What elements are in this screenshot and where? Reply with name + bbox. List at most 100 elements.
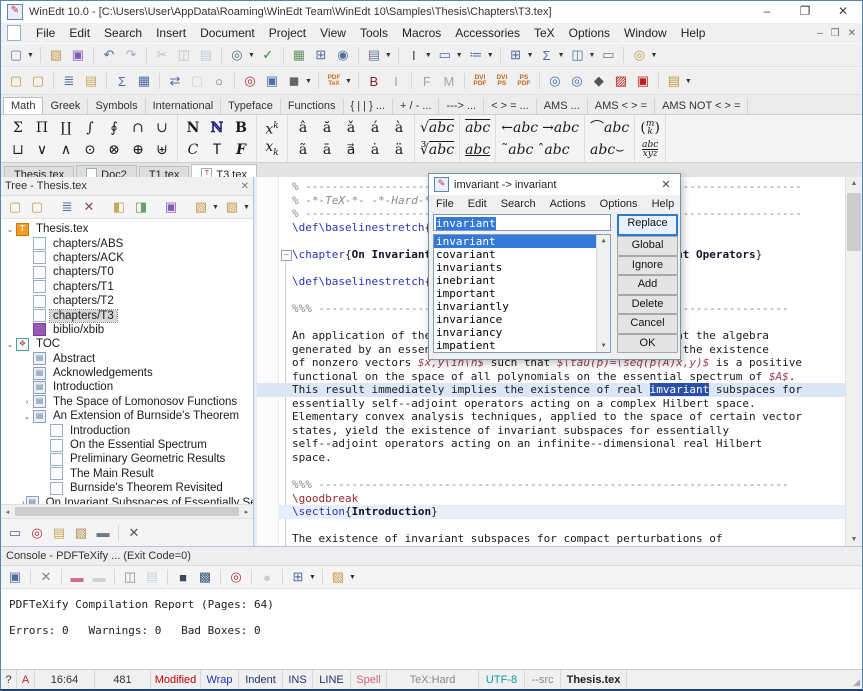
tree-add-icon[interactable]: ▢ — [4, 198, 26, 216]
status-cell-spell[interactable]: Spell — [351, 670, 387, 689]
dropdown-arrow-icon[interactable]: ▼ — [558, 52, 565, 59]
menu-item-window[interactable]: Window — [617, 24, 674, 42]
zoom-warn-icon[interactable]: ◎ — [239, 72, 261, 90]
scroll-thumb[interactable] — [15, 507, 239, 516]
status-cell-thesis-tex[interactable]: Thesis.tex — [561, 670, 627, 689]
symbol-button[interactable]: abc — [463, 140, 492, 160]
copy-icon[interactable]: ◫ — [173, 46, 195, 64]
symbol-button[interactable]: ˜abc — [499, 140, 535, 160]
paste-icon[interactable]: ▤ — [195, 46, 217, 64]
trash-icon[interactable]: ◼ — [283, 72, 305, 90]
dropdown-arrow-icon[interactable]: ▼ — [349, 574, 356, 581]
pdf-texify-icon[interactable]: PDFTeX — [323, 72, 345, 90]
symbol-tab-0[interactable]: Math — [3, 97, 43, 114]
dark-screen-icon[interactable]: ■ — [172, 568, 194, 586]
suggestion-item[interactable]: covariant — [434, 248, 599, 261]
spell-check-icon[interactable]: ✓ — [257, 46, 279, 64]
dialog-menu-item-search[interactable]: Search — [494, 198, 543, 210]
symbol-button[interactable]: ℕ — [205, 118, 229, 138]
suggestion-item[interactable]: invariance — [434, 313, 599, 326]
status-cell-utf-8[interactable]: UTF-8 — [479, 670, 525, 689]
dialog-close-icon[interactable]: ✕ — [652, 178, 680, 191]
new-document-icon[interactable]: ▢ — [5, 46, 27, 64]
tree-item[interactable]: Burnside's Theorem Revisited — [1, 481, 253, 495]
hyperlink-icon[interactable]: ◉ — [332, 46, 354, 64]
page-settings-icon[interactable]: ▤ — [363, 46, 385, 64]
tree-structure-icon[interactable]: ≣ — [58, 72, 80, 90]
symbol-button[interactable]: à — [387, 118, 411, 138]
dim-icon[interactable]: ▢ — [186, 72, 208, 90]
menu-item-insert[interactable]: Insert — [149, 24, 193, 42]
symbol-button[interactable]: ∨ — [30, 140, 54, 160]
tree-item[interactable]: ›▤The Space of Lomonosov Functions — [1, 395, 253, 409]
find-icon[interactable]: ◎ — [226, 46, 248, 64]
symbol-tab-9[interactable]: < > = ... — [484, 98, 537, 114]
menu-item-project[interactable]: Project — [262, 24, 313, 42]
texworks-icon[interactable]: ◆ — [588, 72, 610, 90]
acrobat-icon[interactable]: ▨ — [610, 72, 632, 90]
symbol-button[interactable]: xk — [260, 137, 284, 163]
symbol-button[interactable]: ⊕ — [126, 140, 150, 160]
tree-open-sub-icon[interactable]: ▧ — [221, 198, 243, 216]
tree-import-icon[interactable]: ◧ — [108, 198, 130, 216]
dvi-to-pdf-icon[interactable]: DVIPDF — [469, 72, 491, 90]
insert-document-icon[interactable]: ▢ — [5, 72, 27, 90]
symbol-tab-10[interactable]: AMS ... — [537, 98, 588, 114]
fold-collapse-icon[interactable]: – — [281, 250, 292, 261]
bullet-list-icon[interactable]: ≔ — [465, 46, 487, 64]
symbol-button[interactable]: ∐ — [54, 118, 78, 138]
dropdown-arrow-icon[interactable]: ▼ — [243, 204, 250, 211]
symbol-button[interactable]: ∫ — [78, 118, 102, 138]
suggestion-list[interactable]: ▲ ▼ invariantcovariantinvariantsinebrian… — [433, 234, 611, 353]
search-folder-icon[interactable]: ▧ — [70, 524, 92, 542]
tree-remove-icon[interactable]: ▢ — [26, 198, 48, 216]
tree-item[interactable]: ›▤On Invariant Subspaces of Essentially … — [1, 495, 253, 504]
add-button[interactable]: Add — [617, 275, 678, 295]
dialog-menu-item-help[interactable]: Help — [645, 198, 682, 210]
close-button[interactable]: ✕ — [824, 1, 862, 23]
tree-item[interactable]: Introduction — [1, 423, 253, 437]
mdi-restore-button[interactable]: ❐ — [831, 28, 840, 39]
delete-button[interactable]: Delete — [617, 295, 678, 315]
tree-close-icon[interactable]: ✕ — [241, 181, 249, 192]
console-close-icon[interactable]: ✕ — [35, 568, 57, 586]
symbol-tab-7[interactable]: + / - ... — [393, 98, 439, 114]
scroll-up-icon[interactable]: ▲ — [597, 235, 610, 247]
scroll-down-icon[interactable]: ▼ — [597, 340, 610, 352]
menu-item-edit[interactable]: Edit — [62, 24, 97, 42]
menu-item-tex[interactable]: TeX — [527, 24, 562, 42]
status-cell-tex-hard[interactable]: TeX:Hard — [387, 670, 479, 689]
status-cell-ins[interactable]: INS — [283, 670, 313, 689]
tree-item[interactable]: biblio/xbib — [1, 323, 253, 337]
find-dvi-icon[interactable]: ◎ — [566, 72, 588, 90]
output-bar-icon[interactable]: ▬ — [92, 524, 114, 542]
symbol-button[interactable]: ā — [315, 140, 339, 160]
menu-item-options[interactable]: Options — [562, 24, 617, 42]
symbol-tab-3[interactable]: International — [146, 98, 222, 114]
scroll-left-icon[interactable]: ◂ — [1, 508, 14, 516]
symbol-button[interactable]: ⊔ — [6, 140, 30, 160]
suggestion-item[interactable]: impatient — [434, 339, 599, 352]
tree-horizontal-scrollbar[interactable]: ◂ ▸ — [1, 504, 253, 518]
symbol-button[interactable]: Σ — [6, 118, 30, 138]
remove-document-icon[interactable]: ▢ — [27, 72, 49, 90]
insert-table-icon[interactable]: ⊞ — [310, 46, 332, 64]
symbol-button[interactable]: ǎ — [339, 118, 363, 138]
replace-button[interactable]: Replace — [617, 214, 678, 236]
dropdown-arrow-icon[interactable]: ▼ — [425, 52, 432, 59]
panel-icon[interactable]: ▭ — [4, 524, 26, 542]
symbol-button[interactable]: B — [229, 118, 253, 138]
symbol-tab-2[interactable]: Symbols — [88, 98, 145, 114]
tree-item[interactable]: ⌄❖TOC — [1, 337, 253, 351]
fullscreen-icon[interactable]: ▣ — [261, 72, 283, 90]
tree-item[interactable]: The Main Result — [1, 467, 253, 481]
ps-to-pdf-icon[interactable]: PSPDF — [513, 72, 535, 90]
scroll-right-icon[interactable]: ▸ — [240, 508, 253, 516]
status-cell-a[interactable]: A — [17, 670, 35, 689]
menu-item-accessories[interactable]: Accessories — [448, 24, 527, 42]
tree-item[interactable]: chapters/T2 — [1, 294, 253, 308]
symbol-button[interactable]: a⃗ — [339, 140, 363, 160]
status-cell-modified[interactable]: Modified — [151, 670, 201, 689]
table-menu-icon[interactable]: ⊞ — [505, 46, 527, 64]
menu-item-search[interactable]: Search — [97, 24, 149, 42]
